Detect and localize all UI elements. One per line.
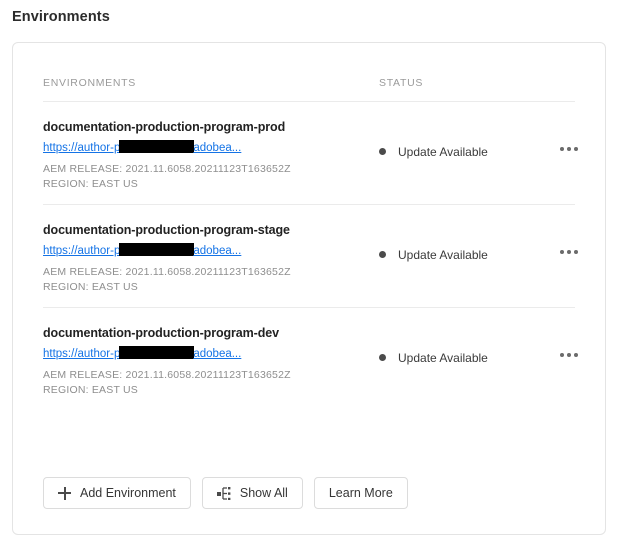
redaction-bar bbox=[119, 243, 195, 256]
learn-more-label: Learn More bbox=[328, 486, 393, 500]
column-header-status: STATUS bbox=[379, 77, 424, 89]
url-suffix: adobea... bbox=[193, 142, 242, 154]
status-dot-icon bbox=[379, 148, 386, 155]
table-header: ENVIRONMENTS STATUS bbox=[43, 43, 575, 101]
environment-url-link[interactable]: https://author-p adobea... bbox=[43, 346, 241, 360]
table-row: documentation-production-program-prod ht… bbox=[43, 102, 578, 204]
aem-release-label: AEM RELEASE: 2021.11.6058.20211123T16365… bbox=[43, 163, 291, 175]
status-dot-icon bbox=[379, 354, 386, 361]
url-prefix: https://author-p bbox=[43, 348, 121, 360]
hierarchy-icon bbox=[216, 486, 231, 500]
region-label: REGION: EAST US bbox=[43, 384, 138, 396]
environment-url-link[interactable]: https://author-p adobea... bbox=[43, 243, 241, 257]
region-label: REGION: EAST US bbox=[43, 178, 138, 190]
column-header-environments: ENVIRONMENTS bbox=[43, 77, 136, 89]
status-label: Update Available bbox=[398, 248, 488, 262]
url-prefix: https://author-p bbox=[43, 245, 121, 257]
add-environment-button[interactable]: Add Environment bbox=[43, 477, 191, 509]
environment-name: documentation-production-program-stage bbox=[43, 223, 290, 237]
status-badge: Update Available bbox=[379, 145, 488, 159]
environment-url-link[interactable]: https://author-p adobea... bbox=[43, 140, 241, 154]
status-badge: Update Available bbox=[379, 248, 488, 262]
show-all-label: Show All bbox=[239, 486, 288, 500]
card-footer-actions: Add Environment Show All Learn More bbox=[43, 477, 408, 509]
show-all-button[interactable]: Show All bbox=[201, 477, 303, 509]
environment-name: documentation-production-program-dev bbox=[43, 326, 279, 340]
add-environment-label: Add Environment bbox=[80, 486, 176, 500]
url-suffix: adobea... bbox=[193, 245, 242, 257]
learn-more-button[interactable]: Learn More bbox=[313, 477, 408, 509]
status-badge: Update Available bbox=[379, 351, 488, 365]
environment-name: documentation-production-program-prod bbox=[43, 120, 286, 134]
region-label: REGION: EAST US bbox=[43, 281, 138, 293]
more-options-icon[interactable] bbox=[553, 241, 585, 263]
url-suffix: adobea... bbox=[193, 348, 242, 360]
status-dot-icon bbox=[379, 251, 386, 258]
table-row: documentation-production-program-stage h… bbox=[43, 205, 578, 307]
more-options-icon[interactable] bbox=[553, 138, 585, 160]
redaction-bar bbox=[119, 140, 195, 153]
page-title: Environments bbox=[12, 9, 110, 25]
table-row: documentation-production-program-dev htt… bbox=[43, 308, 578, 410]
environments-card: ENVIRONMENTS STATUS documentation-produc… bbox=[12, 42, 606, 535]
aem-release-label: AEM RELEASE: 2021.11.6058.20211123T16365… bbox=[43, 266, 291, 278]
more-options-icon[interactable] bbox=[553, 344, 585, 366]
url-prefix: https://author-p bbox=[43, 142, 121, 154]
status-label: Update Available bbox=[398, 145, 488, 159]
status-label: Update Available bbox=[398, 351, 488, 365]
plus-icon bbox=[58, 486, 71, 500]
aem-release-label: AEM RELEASE: 2021.11.6058.20211123T16365… bbox=[43, 369, 291, 381]
redaction-bar bbox=[119, 346, 195, 359]
